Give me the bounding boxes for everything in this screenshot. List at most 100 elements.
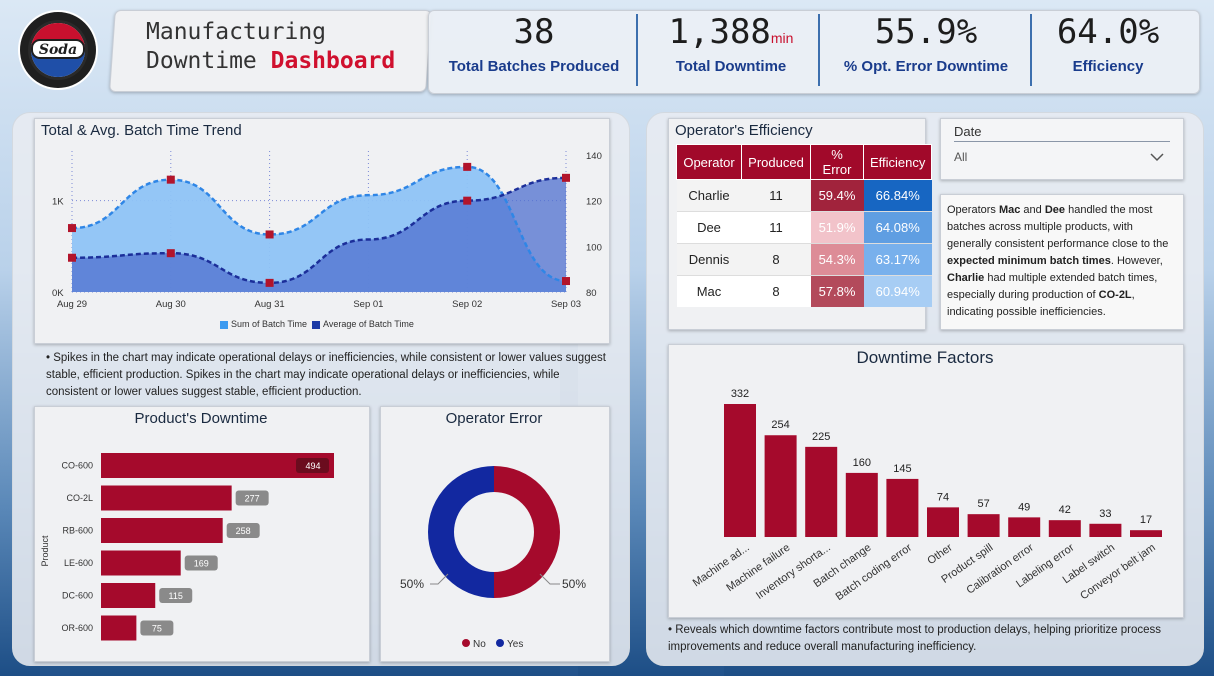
y-right-tick-label: 120	[586, 197, 602, 208]
point-average-of-batch-time	[68, 253, 76, 262]
bar	[101, 583, 156, 608]
x-tick-label: Sep 01	[353, 299, 383, 310]
col-efficiency[interactable]: Efficiency	[862, 144, 933, 180]
col-operator[interactable]: Operator	[676, 144, 742, 180]
col-error[interactable]: % Error	[810, 144, 864, 180]
bar	[927, 507, 959, 537]
point-sum-of-batch-time	[68, 224, 76, 233]
point-average-of-batch-time	[463, 196, 472, 205]
data-label: 254	[771, 419, 789, 431]
trend-note: • Spikes in the chart may indicate opera…	[46, 352, 606, 398]
bar	[724, 404, 756, 537]
x-tick-label: Aug 29	[57, 299, 87, 310]
kpi-divider	[636, 14, 638, 86]
x-tick-label: Batch coding error	[834, 541, 915, 603]
data-label: 494	[305, 461, 320, 471]
data-label: 145	[893, 463, 911, 475]
product-downtime-chart: Product CO-600 494 CO-2L 277 RB-600 258 LE-600 1…	[40, 453, 334, 641]
y-right-tick-label: 80	[586, 288, 597, 299]
data-label: 50%	[400, 577, 424, 591]
data-label: 332	[731, 388, 749, 400]
data-label: 115	[169, 591, 183, 601]
bar	[1048, 520, 1081, 537]
bar	[967, 514, 1000, 537]
data-label: 74	[937, 491, 949, 503]
data-label: 49	[1018, 501, 1030, 513]
data-label: 50%	[562, 577, 586, 591]
y-left-tick-label: 1K	[52, 197, 64, 208]
point-average-of-batch-time	[166, 249, 175, 258]
table-row: Mac 8 57.8% 60.94%	[676, 275, 932, 307]
date-filter-dropdown[interactable]: All	[954, 150, 1170, 170]
bar	[764, 435, 797, 537]
operator-efficiency-table: Operator Produced % Error Efficiency Cha…	[676, 144, 933, 307]
col-produced[interactable]: Produced	[741, 144, 811, 180]
point-sum-of-batch-time	[265, 230, 274, 239]
data-label: 75	[152, 624, 162, 634]
bar	[101, 518, 223, 543]
legend-label-yes: Yes	[507, 639, 523, 650]
legend-label-avg: Average of Batch Time	[323, 319, 414, 329]
logo: Soda	[18, 10, 98, 90]
operator-efficiency-title: Operator's Efficiency	[675, 122, 813, 139]
y-right-tick-label: 140	[586, 151, 602, 162]
bar	[101, 485, 232, 511]
data-label: 225	[812, 431, 830, 443]
slice-no	[494, 466, 560, 598]
kpi-efficiency: 64.0% Efficiency	[1056, 12, 1160, 75]
page-title: Manufacturing Downtime Dashboard	[146, 19, 396, 74]
bar	[101, 550, 181, 576]
bar	[1089, 523, 1122, 537]
x-tick-label: Sep 03	[551, 299, 581, 310]
y-left-tick-label: 0K	[52, 288, 64, 299]
point-average-of-batch-time	[562, 173, 570, 182]
x-tick-label: Aug 31	[255, 299, 285, 310]
chevron-down-icon	[1150, 153, 1164, 162]
legend-swatch-yes	[496, 639, 504, 647]
point-sum-of-batch-time	[562, 277, 570, 286]
trend-legend: Sum of Batch Time Average of Batch Time	[220, 319, 414, 329]
legend-swatch-avg	[312, 320, 321, 329]
kpi-divider	[818, 14, 820, 86]
table-row: Dee 11 51.9% 64.08%	[676, 211, 932, 244]
legend-swatch-sum	[220, 320, 228, 329]
data-label: 57	[977, 498, 989, 510]
kpi-opt-error: 55.9% % Opt. Error Downtime	[843, 12, 1009, 75]
data-label: 169	[194, 559, 209, 569]
point-sum-of-batch-time	[463, 162, 472, 171]
data-label: 277	[245, 494, 260, 504]
y-tick-label: CO-600	[61, 461, 93, 471]
data-label: 17	[1140, 514, 1152, 526]
x-tick-label: Other	[925, 541, 955, 567]
legend-swatch-no	[462, 639, 470, 647]
svg-text:Soda: Soda	[39, 42, 77, 58]
date-filter-label: Date	[954, 124, 982, 139]
date-filter-divider	[954, 141, 1170, 142]
data-label: 258	[236, 526, 251, 536]
x-tick-label: Sep 02	[452, 299, 482, 310]
kpi-total-downtime: 1,388min Total Downtime	[668, 12, 794, 75]
slice-yes	[428, 466, 494, 598]
x-tick-label: Inventory shorta...	[754, 542, 833, 602]
legend-label-no: No	[473, 639, 486, 650]
date-filter-value: All	[954, 150, 968, 164]
bar	[101, 615, 137, 641]
bar	[1008, 517, 1041, 537]
table-row: Charlie 11 59.4% 66.84%	[676, 179, 932, 212]
bar	[886, 478, 919, 537]
y-tick-label: CO-2L	[66, 493, 93, 503]
downtime-factors-note: • Reveals which downtime factors contrib…	[668, 624, 1162, 653]
y-tick-label: OR-600	[61, 623, 93, 633]
data-label: 33	[1099, 508, 1111, 520]
y-tick-label: RB-600	[62, 526, 93, 536]
trend-chart: Aug 29 Aug 30 Aug 31 Sep 01 Sep 02 Sep 03 0K 1K…	[52, 151, 602, 310]
insight-text: Operators Mac and Dee handled the most b…	[947, 204, 1169, 318]
point-average-of-batch-time	[265, 278, 274, 287]
downtime-factors-chart: 332Machine ad...254Machine failure225Inv…	[691, 388, 1162, 603]
kpi-total-batches: 38 Total Batches Produced	[448, 12, 620, 75]
data-label: 160	[853, 457, 871, 469]
kpi-divider	[1030, 14, 1032, 86]
y-right-tick-label: 100	[586, 242, 602, 253]
point-sum-of-batch-time	[166, 175, 175, 184]
bar	[845, 472, 878, 537]
